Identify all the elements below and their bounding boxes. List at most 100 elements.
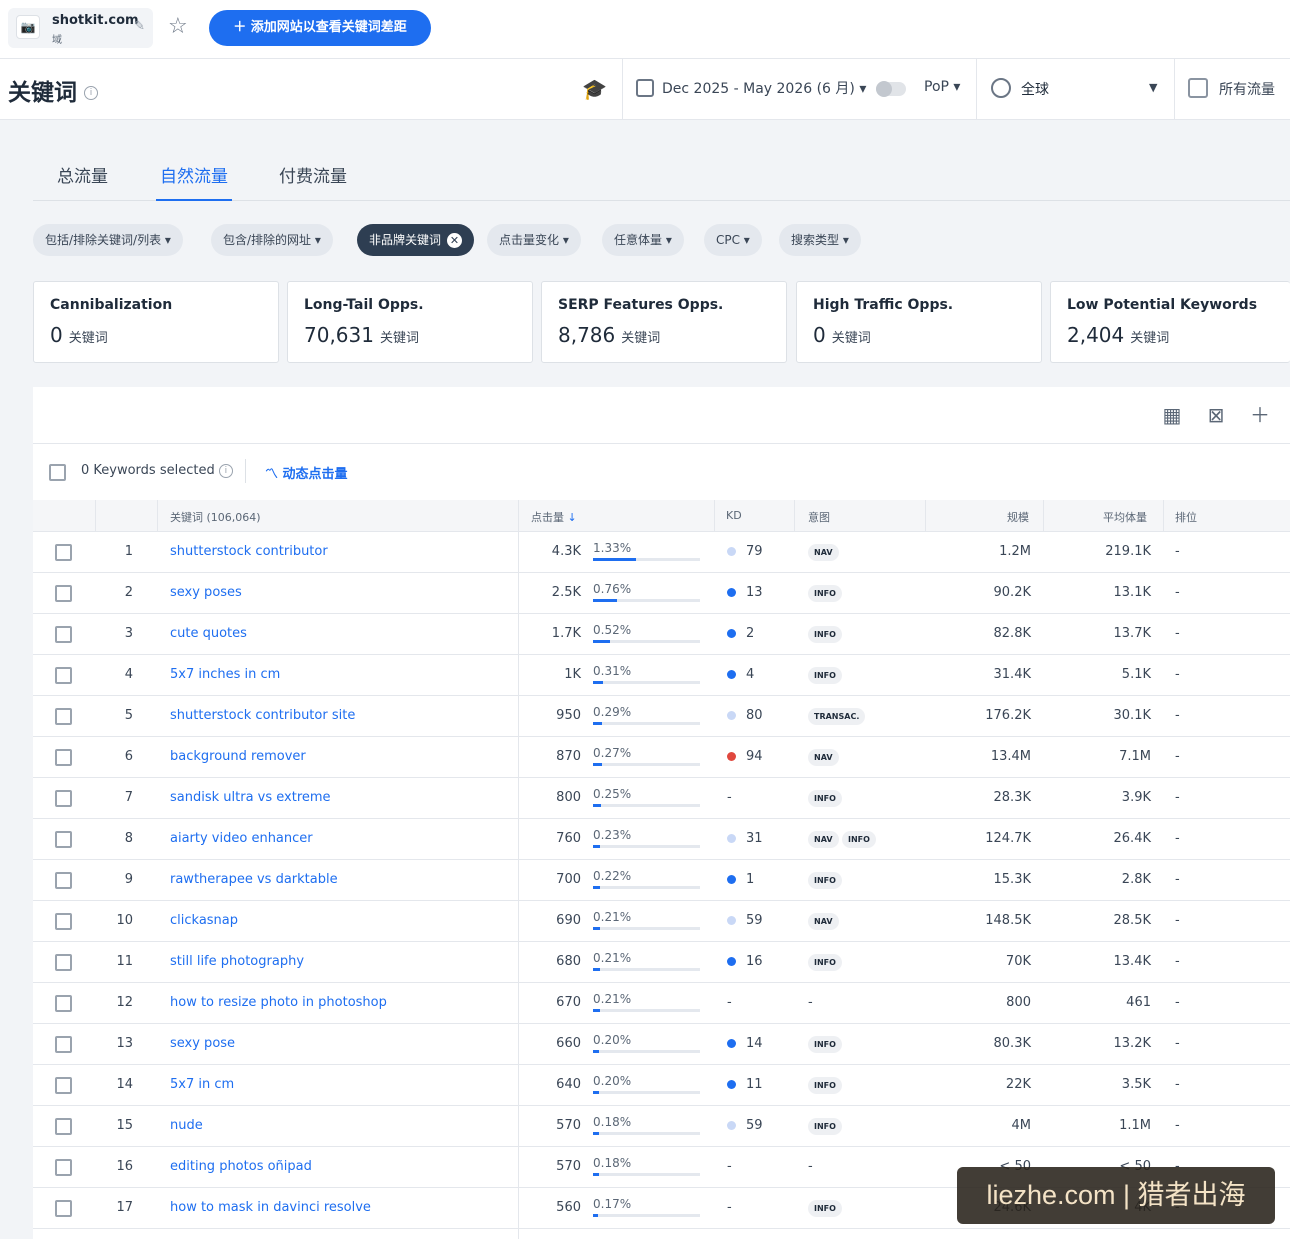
intent-badge: INFO	[808, 790, 842, 807]
clicks-share-bar	[593, 1214, 700, 1217]
filter-non-branded[interactable]: 非品牌关键词 ✕	[357, 224, 475, 256]
filter-search-type[interactable]: 搜索类型 ▾	[779, 224, 861, 256]
tab-organic-traffic[interactable]: 自然流量	[156, 162, 232, 201]
card-serp-features[interactable]: SERP Features Opps. 8,786 关键词	[541, 281, 787, 363]
row-checkbox[interactable]	[55, 585, 72, 602]
keyword-link[interactable]: cute quotes	[170, 626, 247, 641]
filter-keywords-include-exclude[interactable]: 包括/排除关键词/列表 ▾	[33, 224, 183, 256]
row-checkbox[interactable]	[55, 1077, 72, 1094]
clicks-share: 0.21%	[593, 951, 632, 965]
tab-paid-traffic[interactable]: 付费流量	[275, 162, 351, 201]
kd-value: 16	[746, 954, 763, 969]
row-checkbox[interactable]	[55, 1159, 72, 1176]
star-icon[interactable]: ☆	[168, 14, 188, 40]
clicks-share: 0.25%	[593, 787, 632, 801]
table-row: 14 5x7 in cm 640 0.20% 11 INFO 22K 3.5K -	[33, 1065, 1290, 1106]
row-checkbox[interactable]	[55, 1118, 72, 1135]
column-header-kd[interactable]: KD	[726, 509, 742, 522]
filter-volume[interactable]: 任意体量 ▾	[602, 224, 684, 256]
row-checkbox[interactable]	[55, 626, 72, 643]
card-long-tail[interactable]: Long-Tail Opps. 70,631 关键词	[287, 281, 533, 363]
sort-desc-icon: ↓	[567, 511, 577, 524]
row-checkbox[interactable]	[55, 544, 72, 561]
filter-urls-include-exclude[interactable]: 包含/排除的网址 ▾	[211, 224, 333, 256]
graduation-cap-icon[interactable]: 🎓	[582, 77, 607, 101]
close-icon[interactable]: ✕	[447, 233, 463, 248]
columns-icon[interactable]: ▦	[1161, 405, 1183, 425]
clicks-share-bar	[593, 722, 700, 725]
clicks-share: 0.20%	[593, 1074, 632, 1088]
card-high-traffic[interactable]: High Traffic Opps. 0 关键词	[796, 281, 1042, 363]
keyword-link[interactable]: how to resize photo in photoshop	[170, 995, 387, 1010]
plus-icon[interactable]: ＋	[1249, 405, 1271, 425]
compare-toggle[interactable]	[876, 81, 906, 97]
region-label[interactable]: 全球	[1021, 79, 1049, 99]
clicks-share-bar	[593, 763, 700, 766]
keyword-link[interactable]: shutterstock contributor	[170, 544, 328, 559]
edit-icon[interactable]: ✎	[134, 19, 145, 34]
row-checkbox[interactable]	[55, 954, 72, 971]
clicks-share: 1.33%	[593, 541, 632, 555]
excel-export-icon[interactable]: ⊠	[1205, 405, 1227, 425]
column-divider	[157, 500, 158, 532]
keyword-link[interactable]: still life photography	[170, 954, 304, 969]
rank-value: -	[1175, 667, 1180, 682]
traffic-type-dropdown[interactable]: 所有流量	[1219, 79, 1275, 99]
selected-count: 0 Keywords selected i	[81, 463, 233, 478]
compare-mode-dropdown[interactable]: PoP ▾	[924, 79, 960, 95]
column-header-rank[interactable]: 排位	[1175, 509, 1197, 525]
row-checkbox[interactable]	[55, 790, 72, 807]
clicks-value: 680	[556, 954, 581, 969]
keyword-link[interactable]: background remover	[170, 749, 306, 764]
filter-clicks-change[interactable]: 点击量变化 ▾	[487, 224, 581, 256]
row-checkbox[interactable]	[55, 913, 72, 930]
row-checkbox[interactable]	[55, 831, 72, 848]
keyword-link[interactable]: clickasnap	[170, 913, 238, 928]
column-header-volume[interactable]: 规模	[1007, 509, 1029, 525]
keyword-link[interactable]: sexy pose	[170, 1036, 235, 1051]
card-low-potential[interactable]: Low Potential Keywords 2,404 关键词	[1050, 281, 1290, 363]
rank-value: -	[1175, 872, 1180, 887]
row-checkbox[interactable]	[55, 995, 72, 1012]
domain-selector[interactable]: 📷 shotkit.com 域 ✎	[8, 8, 153, 48]
volume-value: 28.3K	[993, 790, 1031, 805]
keyword-link[interactable]: editing photos oñipad	[170, 1159, 312, 1174]
row-checkbox[interactable]	[55, 749, 72, 766]
keyword-link[interactable]: nude	[170, 1118, 203, 1133]
keyword-link[interactable]: aiarty video enhancer	[170, 831, 313, 846]
card-cannibalization[interactable]: Cannibalization 0 关键词	[33, 281, 279, 363]
dynamic-clicks-button[interactable]: 〽 动态点击量	[265, 463, 348, 482]
card-value: 0 关键词	[813, 323, 871, 347]
column-header-intent[interactable]: 意图	[808, 509, 830, 525]
keyword-link[interactable]: 5x7 inches in cm	[170, 667, 280, 682]
keyword-link[interactable]: sandisk ultra vs extreme	[170, 790, 331, 805]
row-number: 5	[124, 708, 133, 723]
row-checkbox[interactable]	[55, 708, 72, 725]
card-number: 0	[50, 323, 63, 347]
column-header-keyword[interactable]: 关键词 (106,064)	[170, 509, 261, 525]
keyword-link[interactable]: 5x7 in cm	[170, 1077, 234, 1092]
select-all-checkbox[interactable]	[49, 464, 66, 481]
chevron-down-icon[interactable]: ▼	[1149, 81, 1157, 94]
clicks-share-bar-fill	[593, 1173, 599, 1176]
keyword-link[interactable]: how to mask in davinci resolve	[170, 1200, 371, 1215]
clicks-value: 700	[556, 872, 581, 887]
keyword-link[interactable]: sexy poses	[170, 585, 242, 600]
row-checkbox[interactable]	[55, 872, 72, 889]
keyword-link[interactable]: shutterstock contributor site	[170, 708, 355, 723]
date-range-picker[interactable]: Dec 2025 - May 2026 (6 月) ▾	[636, 78, 866, 98]
info-icon[interactable]: i	[218, 463, 233, 478]
add-site-button[interactable]: ＋ 添加网站以查看关键词差距	[209, 10, 431, 46]
row-checkbox[interactable]	[55, 667, 72, 684]
clicks-share: 0.18%	[593, 1115, 632, 1129]
clicks-share-bar-fill	[593, 886, 600, 889]
volume-value: 90.2K	[993, 585, 1031, 600]
tab-total-traffic[interactable]: 总流量	[53, 162, 112, 201]
column-header-avg-volume[interactable]: 平均体量	[1103, 509, 1147, 525]
keyword-link[interactable]: rawtherapee vs darktable	[170, 872, 338, 887]
row-checkbox[interactable]	[55, 1200, 72, 1217]
title-info-icon[interactable]: i	[84, 82, 98, 101]
row-checkbox[interactable]	[55, 1036, 72, 1053]
column-header-clicks[interactable]: 点击量 ↓	[531, 509, 577, 525]
filter-cpc[interactable]: CPC ▾	[704, 224, 762, 256]
